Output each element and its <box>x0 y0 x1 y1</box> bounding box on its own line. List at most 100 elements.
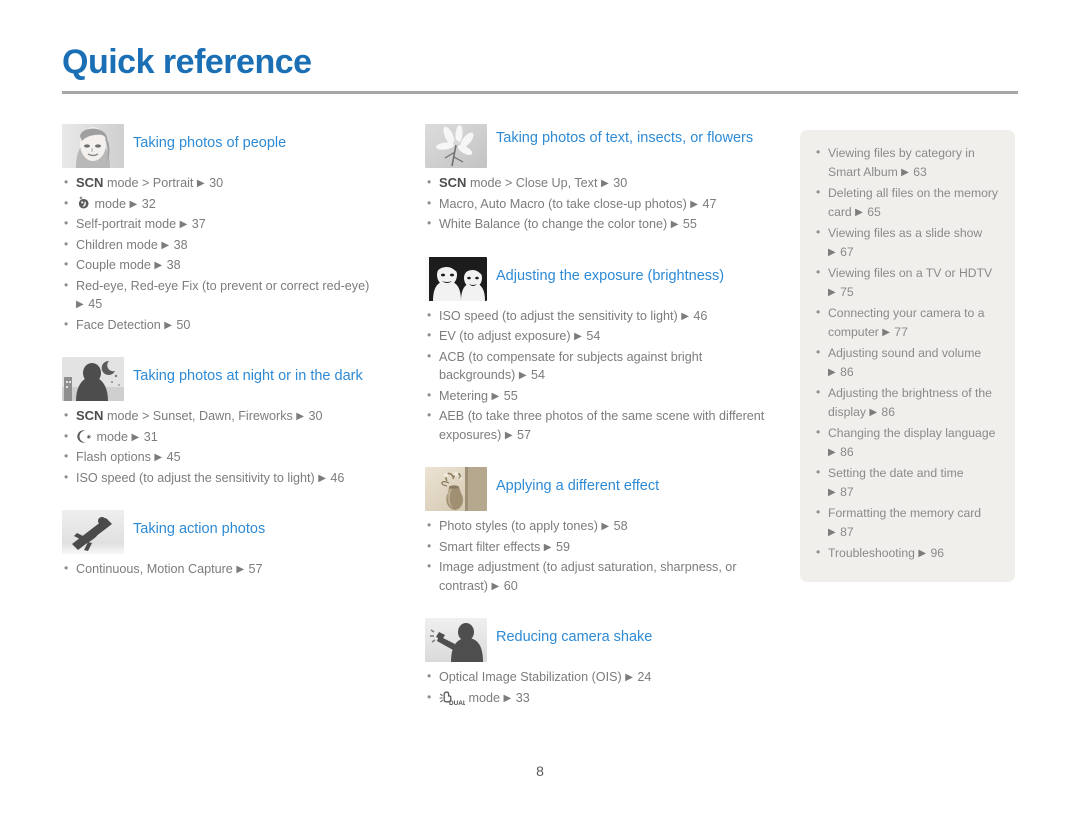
list-item: ISO speed (to adjust the sensitivity to … <box>62 468 407 489</box>
page-ref-number: 87 <box>840 484 854 499</box>
list-item: White Balance (to change the color tone)… <box>425 214 775 235</box>
quick-reference-section: Taking action photos Continuous, Motion C… <box>62 510 407 580</box>
mode-label: SCN <box>76 175 104 190</box>
section-header: Taking action photos <box>62 510 407 554</box>
page-ref-arrow-icon: ▶ <box>828 526 837 538</box>
page-ref-number: 59 <box>555 539 570 554</box>
list-item: Smart filter effects ▶ 59 <box>425 537 775 558</box>
page-ref-number: 57 <box>517 427 532 442</box>
list-item: Troubleshooting ▶ 96 <box>814 543 999 564</box>
page-ref-number: 50 <box>176 317 191 332</box>
list-item: Adjusting the brightness of the display … <box>814 383 999 422</box>
section-title: Taking action photos <box>133 521 266 537</box>
item-text: Optical Image Stabilization (OIS) <box>439 670 622 684</box>
page-ref-number: 87 <box>840 524 854 539</box>
item-text: mode <box>91 196 127 211</box>
section-title: Taking photos at night or in the dark <box>133 368 363 384</box>
page-ref-arrow-icon: ▶ <box>491 390 501 402</box>
item-text: Viewing files as a slide show <box>828 226 983 240</box>
page-ref-number: 37 <box>191 217 206 231</box>
quick-reference-section: Reducing camera shake Optical Image Stabi… <box>425 618 775 708</box>
page-ref-arrow-icon: ▶ <box>154 452 164 463</box>
list-item: DUAL mode ▶ 33 <box>425 688 775 709</box>
page-ref-number: 38 <box>166 258 181 272</box>
list-item: SCN mode > Sunset, Dawn, Fireworks ▶ 30 <box>62 406 407 427</box>
dual-is-icon: DUAL <box>439 691 467 707</box>
item-text: Photo styles (to apply tones) <box>439 519 598 533</box>
section-header: Applying a different effect <box>425 467 775 511</box>
mode-label: SCN <box>76 408 104 423</box>
section-header: Taking photos of people <box>62 124 407 168</box>
page-ref-number: 57 <box>248 562 263 576</box>
page-ref-arrow-icon: ▶ <box>828 286 837 298</box>
item-text: EV (to adjust exposure) <box>439 329 571 343</box>
page-ref-arrow-icon: ▶ <box>196 178 206 189</box>
page-ref-number: 63 <box>913 164 927 179</box>
item-text: Macro, Auto Macro (to take close-up phot… <box>439 196 687 211</box>
section-list: Optical Image Stabilization (OIS) ▶ 24 D… <box>425 667 775 709</box>
page-ref-number: 45 <box>88 297 103 311</box>
page-ref-number: 96 <box>930 546 944 560</box>
page-ref-arrow-icon: ▶ <box>179 219 189 230</box>
section-list: SCN mode > Sunset, Dawn, Fireworks ▶ 30 … <box>62 406 407 489</box>
item-text: mode <box>93 429 129 444</box>
item-text: Children mode <box>76 237 158 252</box>
page-ref-arrow-icon: ▶ <box>918 548 928 559</box>
list-item: Metering ▶ 55 <box>425 386 775 407</box>
list-item: Image adjustment (to adjust saturation, … <box>425 557 775 596</box>
list-item: Self-portrait mode ▶ 37 <box>62 214 407 235</box>
page-ref-arrow-icon: ▶ <box>828 446 837 458</box>
page-ref-arrow-icon: ▶ <box>690 198 699 210</box>
list-item: Formatting the memory card ▶ 87 <box>814 503 999 542</box>
section-title: Reducing camera shake <box>496 629 653 645</box>
section-list: Photo styles (to apply tones) ▶ 58Smart … <box>425 516 775 596</box>
page-ref-arrow-icon: ▶ <box>869 406 879 418</box>
list-item: Viewing files by category in Smart Album… <box>814 143 999 182</box>
page-ref-arrow-icon: ▶ <box>855 206 864 218</box>
item-text: Changing the display language <box>828 426 996 440</box>
document-page: Quick reference Taking photos of people S… <box>0 0 1080 815</box>
two-faces-thumbnail <box>425 256 487 301</box>
list-item: Connecting your camera to a computer ▶ 7… <box>814 303 999 342</box>
list-item: Deleting all files on the memory card ▶ … <box>814 183 999 222</box>
page-ref-arrow-icon: ▶ <box>236 564 246 575</box>
list-item: SCN mode > Close Up, Text ▶ 30 <box>425 173 775 194</box>
infobox-list: Viewing files by category in Smart Album… <box>814 143 999 564</box>
item-text: Setting the date and time <box>828 466 964 480</box>
quick-reference-section: Applying a different effect Photo styles … <box>425 467 775 596</box>
list-item: ACB (to compensate for subjects against … <box>425 347 775 386</box>
page-ref-number: 60 <box>503 578 518 593</box>
page-ref-number: 30 <box>613 176 628 190</box>
page-ref-arrow-icon: ▶ <box>504 429 514 441</box>
page-ref-arrow-icon: ▶ <box>901 166 910 178</box>
page-ref-arrow-icon: ▶ <box>129 198 139 210</box>
page-ref-arrow-icon: ▶ <box>882 326 891 338</box>
item-text: Couple mode <box>76 258 151 272</box>
page-ref-arrow-icon: ▶ <box>828 366 837 378</box>
list-item: Optical Image Stabilization (OIS) ▶ 24 <box>425 667 775 688</box>
item-text: AEB (to take three photos of the same sc… <box>439 409 765 442</box>
page-ref-arrow-icon: ▶ <box>681 310 690 322</box>
page-ref-arrow-icon: ▶ <box>503 692 513 704</box>
list-item: mode ▶ 32 <box>62 194 407 215</box>
page-number: 8 <box>536 763 544 779</box>
page-ref-arrow-icon: ▶ <box>296 411 305 422</box>
item-text: ISO speed (to adjust the sensitivity to … <box>439 308 678 323</box>
page-ref-arrow-icon: ▶ <box>670 219 680 230</box>
page-ref-number: 86 <box>840 444 854 459</box>
item-text: Viewing files on a TV or HDTV <box>828 266 993 280</box>
list-item: Face Detection ▶ 50 <box>62 315 407 336</box>
column-middle: Taking photos of text, insects, or flowe… <box>425 124 775 730</box>
section-title: Applying a different effect <box>496 478 660 494</box>
section-header: Reducing camera shake <box>425 618 775 662</box>
list-item: Children mode ▶ 38 <box>62 235 407 256</box>
vase-sepia-thumbnail <box>425 467 487 511</box>
title-divider <box>62 91 1018 94</box>
page-ref-arrow-icon: ▶ <box>828 246 837 258</box>
section-list: SCN mode > Close Up, Text ▶ 30 Macro, Aut… <box>425 173 775 235</box>
snowboarder-thumbnail <box>62 510 124 554</box>
page-ref-arrow-icon: ▶ <box>543 541 553 553</box>
page-ref-number: 38 <box>173 237 188 252</box>
page-ref-number: 33 <box>515 690 530 705</box>
section-title: Taking photos of text, insects, or flowe… <box>496 130 754 146</box>
